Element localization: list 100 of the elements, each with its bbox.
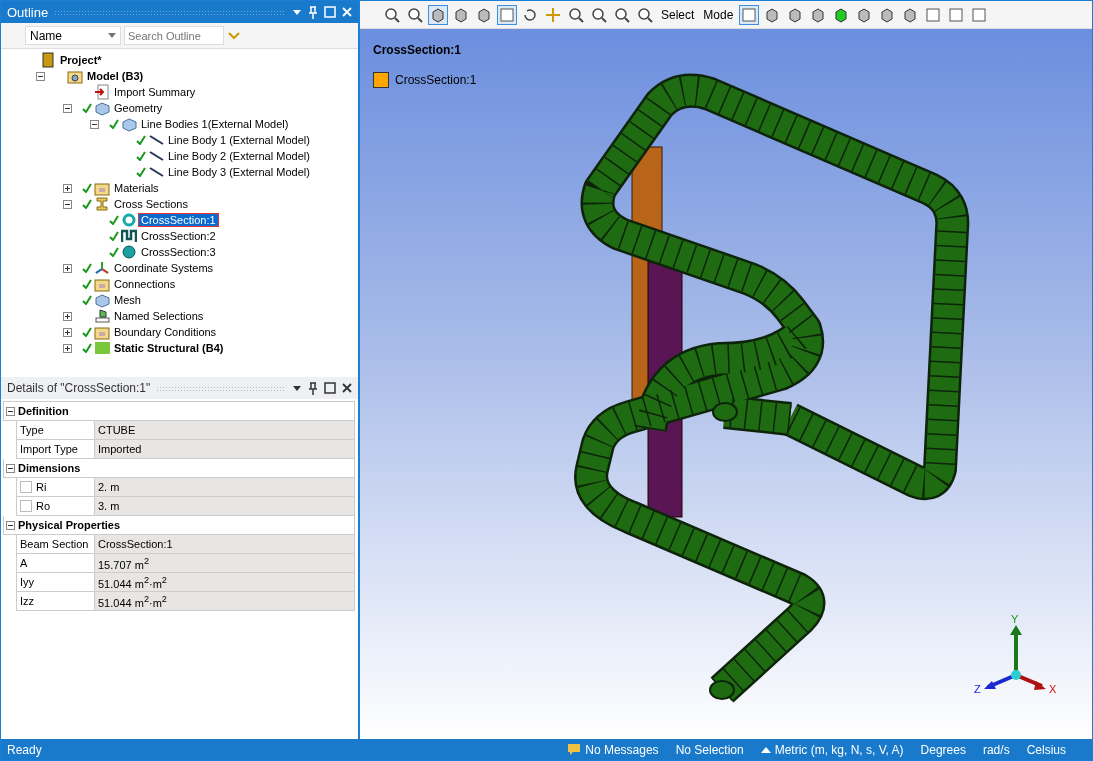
tree-item[interactable]: Static Structural (B4)	[112, 342, 226, 354]
status-text: Metric (m, kg, N, s, V, A)	[774, 742, 904, 757]
collapse-button[interactable]	[36, 71, 45, 81]
axis-label: Y	[1011, 613, 1019, 625]
toolbar-label[interactable]: Select	[658, 7, 698, 22]
line-icon	[148, 164, 164, 180]
zoom-icon	[568, 6, 584, 23]
toolbar-button[interactable]	[428, 4, 448, 25]
tree-item[interactable]: Mesh	[112, 294, 143, 306]
tree-item[interactable]: Geometry	[112, 102, 165, 114]
expand-button[interactable]	[63, 343, 72, 353]
document-icon	[94, 84, 110, 100]
status-text: No Messages	[585, 742, 659, 757]
line-icon	[148, 132, 164, 148]
pan-icon	[545, 6, 561, 23]
group-header: Definition	[17, 405, 69, 417]
property-value: 3. m	[94, 497, 354, 515]
name-dropdown[interactable]: Name	[25, 26, 121, 45]
expand-button[interactable]	[63, 263, 72, 273]
property-value: CTUBE	[94, 421, 354, 439]
tree-item[interactable]: Import Summary	[112, 86, 198, 98]
collapse-button[interactable]	[90, 119, 99, 129]
pin-icon[interactable]	[308, 381, 318, 395]
search-field[interactable]: Search Outline	[124, 26, 224, 45]
cube-icon	[764, 6, 781, 23]
pane-title: Outline	[7, 4, 49, 20]
tree-item[interactable]: Project*	[58, 54, 104, 66]
axis-label: X	[1049, 683, 1057, 695]
collapse-button[interactable]	[63, 103, 72, 113]
tree-item[interactable]: Materials	[112, 182, 161, 194]
folder-icon	[94, 276, 110, 292]
ring-icon	[121, 212, 137, 228]
tree-item[interactable]: Coordinate Systems	[112, 262, 216, 274]
expand-button[interactable]	[63, 311, 72, 321]
cube-icon	[453, 6, 469, 23]
message-icon	[567, 743, 582, 756]
viewport-title: CrossSection:1	[373, 43, 462, 57]
expand-button[interactable]	[63, 183, 72, 193]
dropdown-icon[interactable]	[292, 384, 302, 392]
property-value: Imported	[94, 440, 354, 458]
tree-item[interactable]: Connections	[112, 278, 178, 290]
cube-icon	[430, 6, 446, 23]
folder-icon	[94, 324, 110, 340]
tree-item[interactable]: Line Bodies 1(External Model)	[139, 118, 291, 130]
close-icon[interactable]	[342, 383, 352, 393]
tree-item[interactable]: CrossSection:2	[139, 230, 218, 242]
cube-icon	[476, 6, 492, 23]
axes-icon	[94, 260, 110, 276]
tree-item[interactable]: CrossSection:3	[139, 246, 218, 258]
box-icon	[94, 292, 110, 308]
beam-icon	[94, 196, 110, 212]
collapse-button[interactable]	[6, 463, 15, 473]
rotate-icon	[522, 6, 538, 23]
cube-icon	[833, 6, 850, 23]
tree-item[interactable]: Cross Sections	[112, 198, 190, 210]
legend-label: CrossSection:1	[395, 73, 477, 87]
status-text: rad/s	[982, 742, 1010, 757]
tree-item[interactable]: CrossSection:1	[139, 214, 218, 226]
expand-button[interactable]	[63, 327, 72, 337]
group-header: Physical Properties	[17, 519, 121, 531]
caret-up-icon[interactable]	[760, 746, 771, 753]
property-value: 2. m	[94, 478, 354, 496]
status-text: No Selection	[675, 742, 744, 757]
tree-item[interactable]: Named Selections	[112, 310, 206, 322]
checkbox[interactable]	[20, 481, 32, 493]
box-icon	[121, 116, 137, 132]
zoom-in-icon	[591, 6, 607, 23]
zoom-in-icon	[407, 6, 423, 23]
status-text: Ready	[7, 742, 43, 757]
tree-item[interactable]: Boundary Conditions	[112, 326, 219, 338]
tree-item[interactable]: Line Body 1 (External Model)	[166, 134, 312, 146]
caret-icon	[108, 33, 116, 38]
tree-item[interactable]: Line Body 2 (External Model)	[166, 150, 312, 162]
collapse-button[interactable]	[6, 406, 15, 416]
collapse-button[interactable]	[6, 520, 15, 530]
folder-icon	[67, 68, 83, 84]
checkbox[interactable]	[20, 500, 32, 512]
panel-icon	[94, 340, 110, 356]
select-box-icon	[499, 6, 515, 23]
disk-icon	[121, 244, 137, 260]
maximize-icon[interactable]	[324, 382, 336, 394]
box-icon	[94, 100, 110, 116]
line-icon	[148, 148, 164, 164]
cube-icon	[810, 6, 827, 23]
property-value: 15.707 m$^{2}$	[94, 554, 354, 572]
zoom-icon	[614, 6, 630, 23]
property-value: CrossSection:1	[94, 535, 354, 553]
book-icon	[40, 52, 56, 68]
tree-item[interactable]: Model (B3)	[85, 70, 146, 82]
channel-icon	[121, 228, 137, 244]
folder-icon	[94, 180, 110, 196]
axis-label: Z	[974, 683, 981, 695]
pane-title: Details of "CrossSection:1"	[7, 381, 151, 395]
toolbar-label[interactable]: Mode	[700, 7, 737, 22]
tree-item[interactable]: Line Body 3 (External Model)	[166, 166, 312, 178]
collapse-button[interactable]	[63, 199, 72, 209]
group-header: Dimensions	[17, 462, 81, 474]
property-value: 51.044 m$^{2}$·m$^{2}$	[94, 592, 354, 610]
status-text: Degrees	[920, 742, 966, 757]
status-text: Celsius	[1026, 742, 1066, 757]
